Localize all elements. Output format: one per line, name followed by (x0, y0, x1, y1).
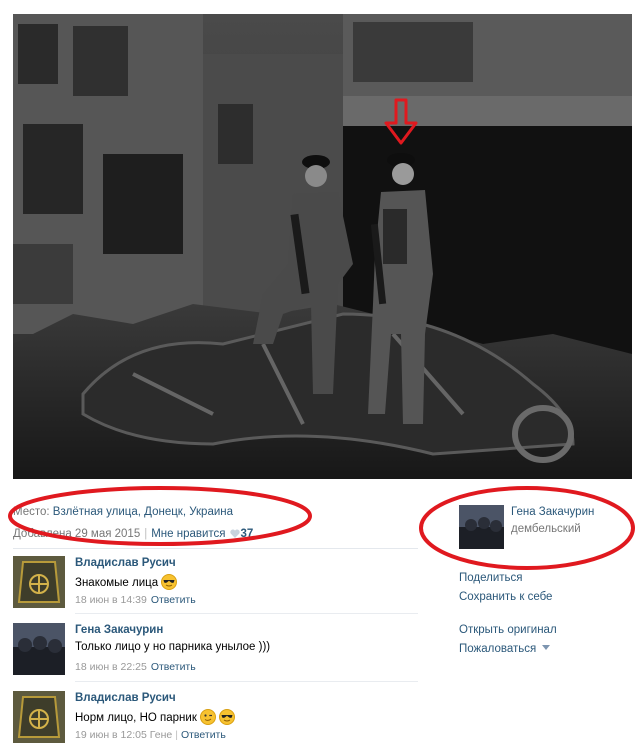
separator: | (144, 528, 148, 540)
reply-to-link[interactable]: Гене (150, 729, 172, 741)
comment-info: 19 июн в 12:05 Гене | Ответить (75, 729, 226, 741)
photo-meta: Место: Взлётная улица, Донецк, Украина Д… (13, 505, 303, 541)
location-label: Место: (13, 506, 50, 518)
comment-time: 18 июн в 22:25 (75, 661, 147, 673)
owner-avatar-image (459, 505, 504, 549)
comments-divider (13, 548, 418, 549)
report-label: Пожаловаться (459, 643, 537, 655)
owner-avatar[interactable] (459, 505, 504, 549)
photo-actions: Поделиться Сохранить к себе Открыть ориг… (459, 569, 557, 659)
comment-text-body: Знакомые лица (75, 577, 159, 589)
reply-link[interactable]: Ответить (151, 661, 196, 673)
location-link[interactable]: Взлётная улица, Донецк, Украина (53, 506, 233, 518)
like-label: Мне нравится (151, 528, 226, 540)
reply-link[interactable]: Ответить (181, 729, 226, 741)
commenter-avatar-image (13, 691, 65, 743)
sunglasses-emoji-icon (218, 709, 235, 725)
owner-status: дембельский (511, 523, 581, 535)
comment-text: Норм лицо, НО парник (75, 709, 235, 725)
comment-time: 18 июн в 14:39 (75, 594, 147, 606)
comment-info: 18 июн в 14:39 Ответить (75, 594, 196, 606)
comment-text: Знакомые лица (75, 574, 178, 590)
commenter-avatar-image (13, 556, 65, 608)
commenter-avatar[interactable] (13, 623, 65, 675)
sunglasses-emoji-icon (161, 574, 178, 590)
owner-name[interactable]: Гена Закачурин (511, 506, 594, 518)
photo-image (13, 14, 632, 479)
comment-text-body: Норм лицо, НО парник (75, 712, 197, 724)
comment-time: 19 июн в 12:05 (75, 729, 147, 741)
share-link[interactable]: Поделиться (459, 569, 557, 588)
comment-author[interactable]: Гена Закачурин (75, 624, 163, 636)
photo-owner[interactable]: Гена Закачурин дембельский (459, 505, 629, 550)
commenter-avatar-image (13, 623, 65, 675)
comment-author[interactable]: Владислав Русич (75, 557, 176, 569)
comment-item: Владислав Русич Норм лицо, НО парник 19 … (13, 691, 418, 749)
report-link[interactable]: Пожаловаться (459, 640, 557, 659)
like-button[interactable]: Мне нравится 37 (151, 528, 253, 540)
photo-location: Место: Взлётная улица, Донецк, Украина (13, 505, 303, 519)
chevron-down-icon (542, 645, 551, 650)
like-count: 37 (240, 528, 254, 540)
open-original-link[interactable]: Открыть оригинал (459, 621, 557, 640)
added-date: Добавлена 29 мая 2015 (13, 528, 141, 540)
wink-emoji-icon (199, 709, 216, 725)
photo-added-line: Добавлена 29 мая 2015 | Мне нравится 37 (13, 527, 303, 541)
save-link[interactable]: Сохранить к себе (459, 588, 557, 607)
comment-item: Владислав Русич Знакомые лица 18 июн в 1… (13, 556, 418, 614)
post-photo[interactable] (13, 14, 632, 479)
commenter-avatar[interactable] (13, 691, 65, 743)
comment-separator (75, 681, 418, 682)
comment-info: 18 июн в 22:25 Ответить (75, 661, 196, 673)
comment-separator (75, 613, 418, 614)
comment-author[interactable]: Владислав Русич (75, 692, 176, 704)
comment-text: Только лицо у но парника унылое ))) (75, 641, 271, 653)
comment-item: Гена Закачурин Только лицо у но парника … (13, 623, 418, 681)
reply-link[interactable]: Ответить (151, 594, 196, 606)
heart-icon (229, 529, 240, 538)
commenter-avatar[interactable] (13, 556, 65, 608)
separator: | (175, 729, 178, 741)
